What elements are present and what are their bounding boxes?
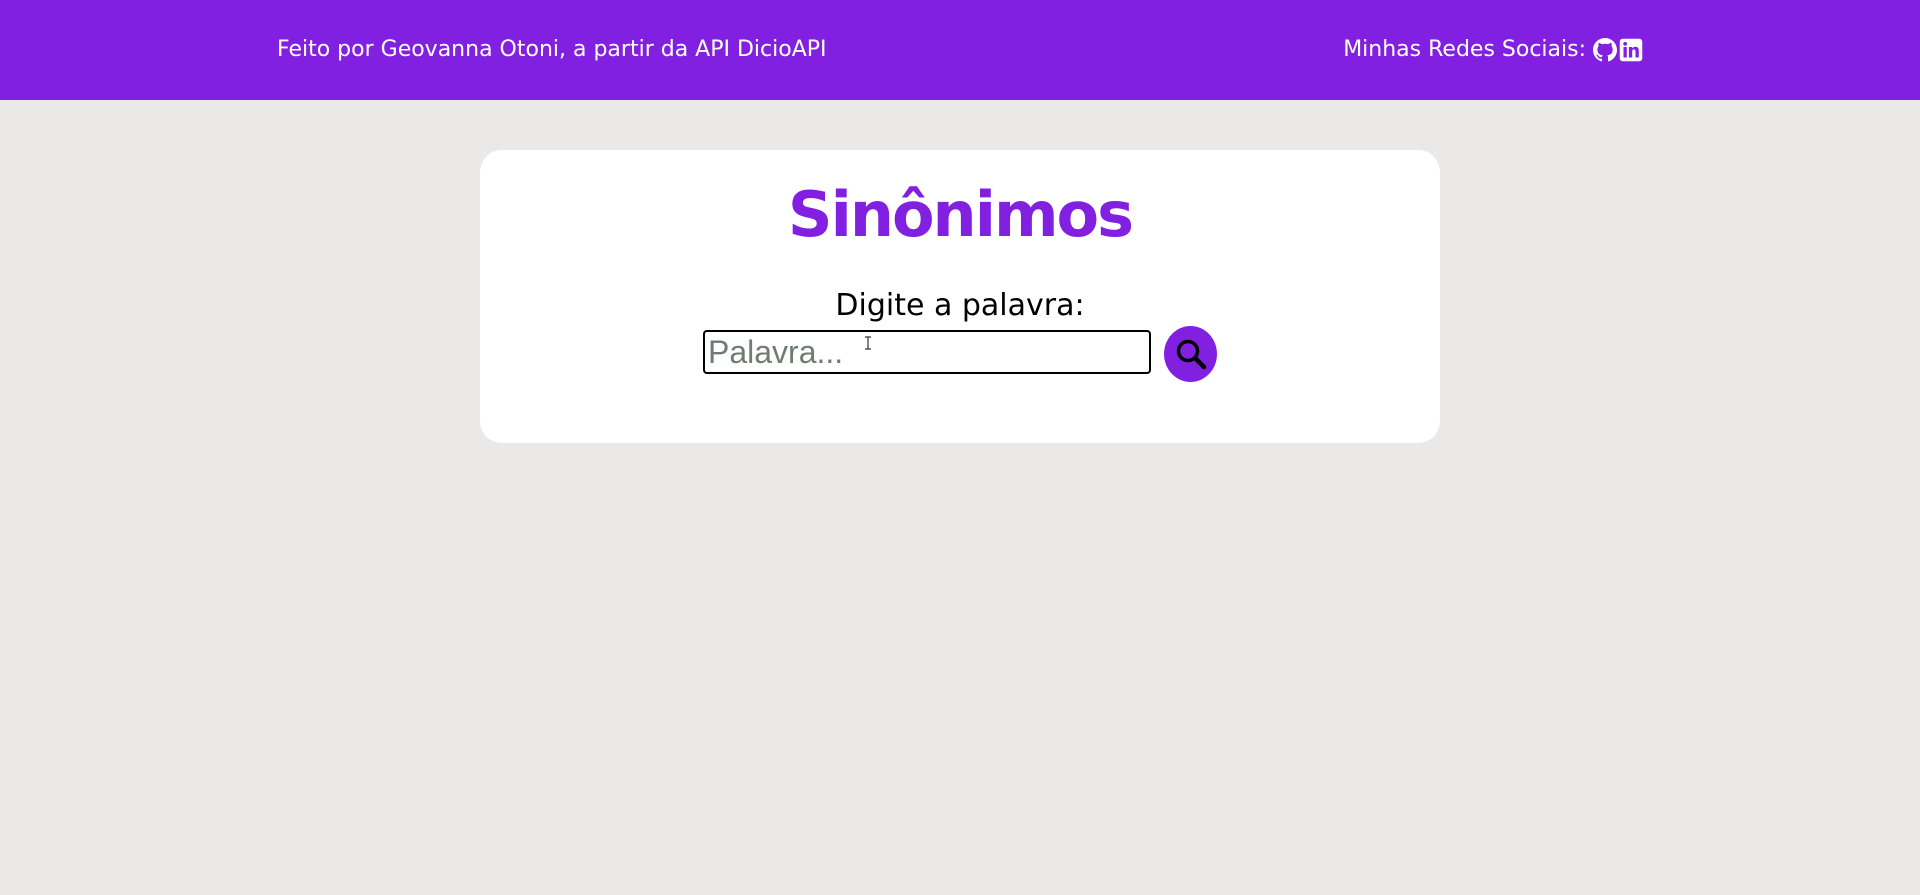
search-prompt-label: Digite a palavra: bbox=[835, 288, 1085, 323]
search-button[interactable] bbox=[1164, 326, 1217, 382]
linkedin-link[interactable] bbox=[1619, 38, 1643, 62]
social-label: Minhas Redes Sociais: bbox=[1343, 37, 1586, 62]
search-icon bbox=[1176, 339, 1206, 370]
github-icon bbox=[1593, 37, 1617, 61]
credit-text: Feito por Geovanna Otoni, a partir da AP… bbox=[277, 37, 827, 62]
social-links: Minhas Redes Sociais: bbox=[1343, 37, 1643, 62]
search-input[interactable] bbox=[703, 330, 1151, 374]
page-title: Sinônimos bbox=[787, 178, 1134, 251]
linkedin-icon bbox=[1619, 38, 1643, 61]
top-bar: Feito por Geovanna Otoni, a partir da AP… bbox=[0, 0, 1920, 100]
github-link[interactable] bbox=[1593, 37, 1617, 62]
text-cursor-icon bbox=[865, 336, 871, 350]
search-card: Sinônimos Digite a palavra: bbox=[480, 150, 1440, 443]
